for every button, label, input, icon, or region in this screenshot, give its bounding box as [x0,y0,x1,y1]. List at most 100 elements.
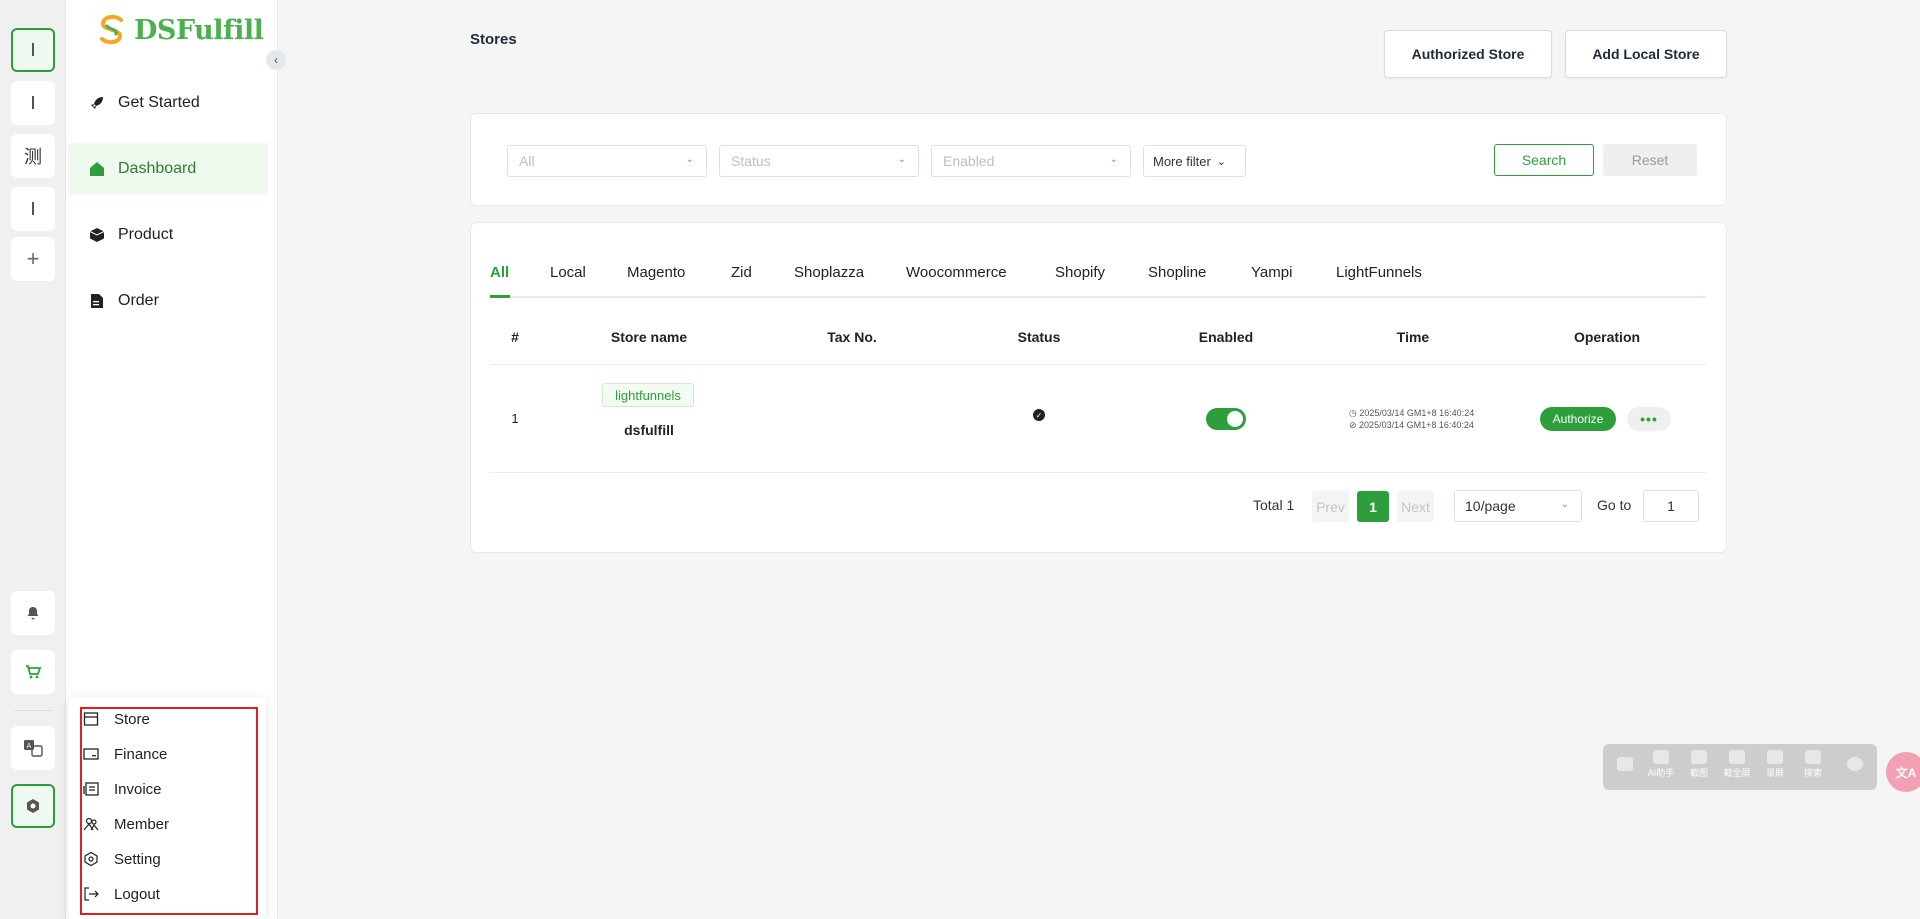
column-header-status: Status [1017,329,1061,345]
nav-get-started[interactable]: Get Started [68,77,268,129]
tab-zid[interactable]: Zid [731,262,752,298]
toolbar-record[interactable]: 录屏 [1759,750,1791,779]
add-local-store-button[interactable]: Add Local Store [1565,30,1727,78]
floating-toolbar: AI助手 截图 截全屏 录屏 搜索 [1603,744,1877,790]
settings-button[interactable] [11,784,55,828]
notification-button[interactable] [11,591,55,635]
workspace-button-4[interactable]: I [11,187,55,231]
time-updated: ⊘ 2025/03/14 GM1+8 16:40:24 [1349,420,1474,431]
add-workspace-button[interactable]: + [11,237,55,281]
toolbar-search[interactable]: 搜索 [1797,750,1829,779]
rocket-icon [88,94,106,112]
toolbar-label: 截图 [1689,768,1708,778]
card-icon [82,745,100,763]
menu-item-member[interactable]: Member [80,809,256,839]
prev-page-button[interactable]: Prev [1312,491,1349,522]
column-header-index: # [511,329,519,345]
rail-divider [14,710,52,711]
status-check-icon: ✓ [1033,409,1045,421]
close-icon[interactable] [1839,757,1871,771]
menu-item-invoice[interactable]: Invoice [80,774,256,804]
shield-glyph [1617,757,1633,771]
page-size-select[interactable]: 10/page ⌄ [1454,490,1582,522]
tab-magento[interactable]: Magento [627,262,685,298]
menu-item-label: Invoice [114,780,162,798]
tab-shopline[interactable]: Shopline [1148,262,1206,298]
time-updated-value: 2025/03/14 GM1+8 16:40:24 [1359,420,1474,430]
status-select[interactable]: Status ⌄ [719,145,919,177]
toolbar-ai-assistant[interactable]: AI助手 [1645,750,1677,779]
toolbar-label: 录屏 [1765,768,1784,778]
tab-lightfunnels[interactable]: LightFunnels [1336,262,1422,298]
cart-button[interactable] [11,650,55,694]
bell-icon [27,607,39,620]
menu-item-label: Member [114,815,170,833]
enabled-select[interactable]: Enabled ⌄ [931,145,1131,177]
settings-icon [27,799,39,813]
store-icon [82,710,100,728]
toolbar-fullscreen-shot[interactable]: 截全屏 [1721,750,1753,779]
plus-icon: + [26,246,40,271]
pagination-total: Total 1 [1253,497,1295,513]
workspace-label: 测 [24,147,42,167]
reset-button[interactable]: Reset [1603,144,1697,176]
authorize-button[interactable]: Authorize [1540,407,1616,431]
workspace-button-1[interactable]: I [11,28,55,72]
chevron-down-icon: ⌄ [1109,154,1118,165]
cart-icon [26,665,42,679]
enabled-select-value: Enabled [943,153,995,169]
goto-page-input[interactable]: 1 [1643,490,1699,522]
nav-order[interactable]: Order [68,275,268,327]
next-page-button[interactable]: Next [1397,491,1434,522]
more-filter-dropdown[interactable]: More filter ⌄ [1143,145,1246,177]
svg-text:A: A [27,742,32,750]
setting-icon [82,850,100,868]
nav-label: Dashboard [118,160,197,177]
menu-item-label: Store [114,710,150,728]
authorized-store-button[interactable]: Authorized Store [1384,30,1552,78]
menu-item-finance[interactable]: Finance [80,739,256,769]
check-circle-icon: ⊘ [1349,420,1360,430]
camera-icon [1691,750,1707,764]
time-created: ◷ 2025/03/14 GM1+8 16:40:24 [1349,408,1474,419]
workspace-button-3[interactable]: 测 [11,134,55,178]
member-icon [82,815,100,833]
nav-label: Get Started [118,94,200,111]
nav-product[interactable]: Product [68,209,268,261]
store-name: dsfulfill [624,422,674,438]
column-header-operation: Operation [1573,329,1641,345]
tab-label: All [490,264,510,281]
translate-badge[interactable]: 文A [1886,752,1920,792]
column-header-time: Time [1396,329,1430,345]
search-button[interactable]: Search [1494,144,1594,176]
menu-item-setting[interactable]: Setting [80,844,256,874]
dsfulfill-logo-icon [100,14,123,45]
workspace-label: I [30,198,36,219]
menu-item-logout[interactable]: Logout [80,879,256,909]
header-divider [490,364,1706,365]
brand-logo[interactable]: DSFulfill [94,12,264,48]
tab-all[interactable]: All [490,262,510,298]
language-button[interactable]: A [11,726,55,770]
workspace-label: I [30,92,36,113]
tab-local[interactable]: Local [550,262,586,298]
workspace-rail: I I 测 I + A [0,0,66,919]
row-divider [490,472,1706,473]
menu-item-store[interactable]: Store [80,704,256,734]
nav-dashboard[interactable]: Dashboard [68,143,268,195]
page-title: Stores [470,31,517,48]
workspace-button-2[interactable]: I [11,81,55,125]
enabled-toggle[interactable] [1206,408,1246,430]
tab-shoplazza[interactable]: Shoplazza [794,262,864,298]
tab-shopify[interactable]: Shopify [1055,262,1105,298]
collapse-sidebar-button[interactable]: ‹ [266,50,286,70]
platform-select[interactable]: All ⌄ [507,145,707,177]
shield-icon[interactable] [1609,757,1641,771]
more-actions-button[interactable]: ••• [1627,407,1671,431]
page-button-current[interactable]: 1 [1357,491,1389,522]
tab-yampi[interactable]: Yampi [1251,262,1292,298]
tab-woocommerce[interactable]: Woocommerce [906,262,1007,298]
logout-icon [82,885,100,903]
active-tab-indicator [490,295,510,298]
toolbar-screenshot[interactable]: 截图 [1683,750,1715,779]
